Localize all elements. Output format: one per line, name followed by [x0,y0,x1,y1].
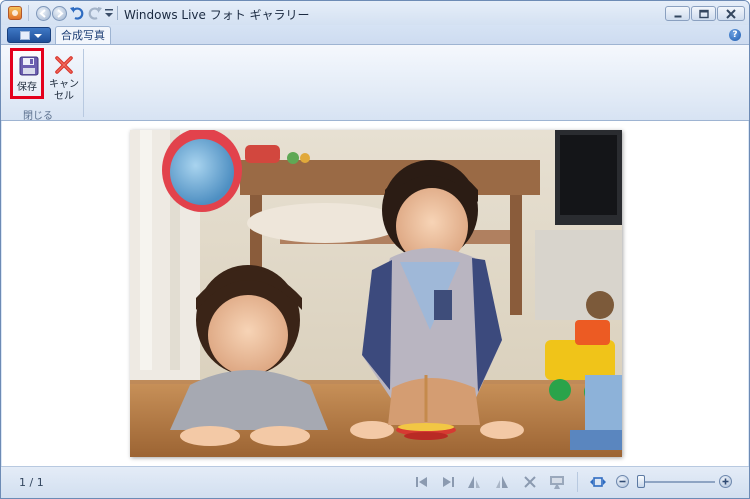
forward-icon [57,9,64,18]
app-icon[interactable] [8,6,22,20]
save-icon [19,56,39,76]
ribbon: 保存 キャン セル 閉じる [1,44,749,122]
fit-to-window-icon[interactable] [589,474,607,490]
save-button[interactable]: 保存 [10,48,44,99]
minimize-button[interactable] [665,6,690,21]
chevron-down-icon [34,34,42,38]
photo-gallery-window: Windows Live フォト ギャラリー 合成写真 ? 保存 キャン セル … [0,0,750,499]
cancel-icon [55,56,73,74]
zoom-out-icon [619,480,626,483]
minimize-icon [674,15,681,17]
rotate-left-icon[interactable] [465,474,483,490]
status-separator [577,472,578,492]
help-icon[interactable]: ? [729,29,741,41]
redo-icon[interactable] [87,5,103,21]
ribbon-tab-row: 合成写真 ? [1,25,749,46]
zoom-out-button[interactable] [616,475,629,488]
status-bar: 1 / 1 [1,466,749,498]
photo-image [130,130,622,457]
tab-composite-photo[interactable]: 合成写真 [55,26,111,46]
application-menu-button[interactable] [7,27,51,43]
window-title: Windows Live フォト ギャラリー [124,8,310,22]
forward-button[interactable] [52,6,67,21]
next-icon[interactable] [439,474,457,490]
back-button[interactable] [36,6,51,21]
zoom-slider-thumb[interactable] [636,475,645,488]
zoom-slider-track[interactable] [637,481,715,483]
maximize-icon [698,9,709,18]
composite-photo[interactable] [130,130,622,457]
title-divider [28,5,29,21]
undo-icon[interactable] [69,5,85,21]
photo-viewer [2,121,748,466]
cancel-label-line1: キャン [49,79,79,90]
zoom-in-button[interactable] [719,475,732,488]
zoom-in-icon [722,478,729,485]
cancel-label: キャン セル [46,79,82,103]
previous-icon[interactable] [413,474,431,490]
maximize-button[interactable] [691,6,716,21]
page-count: 1 / 1 [19,476,44,489]
close-icon [726,8,736,19]
save-label: 保存 [17,82,37,93]
rotate-right-icon[interactable] [493,474,511,490]
title-bar: Windows Live フォト ギャラリー [1,1,749,25]
cancel-label-line2: セル [54,91,74,102]
ribbon-group-separator [83,49,84,117]
title-divider [117,6,118,20]
close-button[interactable] [717,6,745,21]
ribbon-group-label: 閉じる [23,111,53,122]
customize-dropdown-icon[interactable] [104,7,114,19]
document-icon [20,31,30,40]
slideshow-icon[interactable] [548,474,566,490]
delete-icon[interactable] [521,474,539,490]
cancel-button[interactable]: キャン セル [46,48,82,108]
back-icon [39,9,46,18]
